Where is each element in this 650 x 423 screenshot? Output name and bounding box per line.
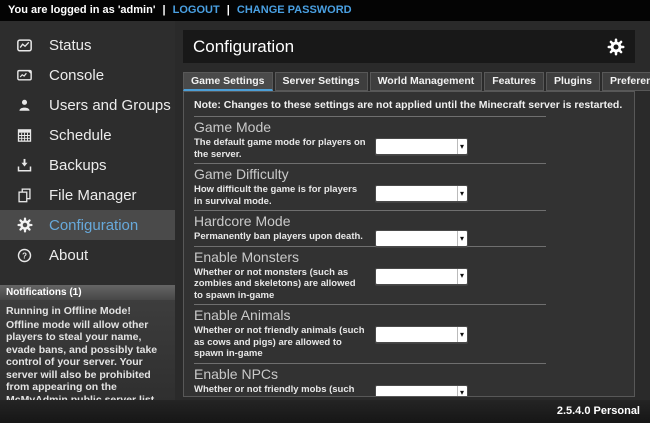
- setting-description: Permanently ban players upon death.: [194, 231, 366, 243]
- dropdown-arrow-icon: ▾: [457, 139, 467, 154]
- dropdown-arrow-icon: ▾: [457, 386, 467, 398]
- dropdown-arrow-icon: ▾: [457, 269, 467, 284]
- dropdown-arrow-icon: ▾: [457, 327, 467, 342]
- separator: |: [163, 4, 166, 16]
- setting-description: Whether or not monsters (such as zombies…: [194, 267, 366, 302]
- setting-title: Enable Monsters: [194, 249, 624, 265]
- console-icon: [15, 67, 34, 84]
- sidebar-item-label: About: [49, 247, 88, 264]
- setting-description: How difficult the game is for players in…: [194, 184, 366, 207]
- change-password-link[interactable]: CHANGE PASSWORD: [237, 4, 352, 16]
- setting-title: Hardcore Mode: [194, 213, 624, 229]
- svg-text:?: ?: [22, 251, 27, 260]
- enable-npcs-select[interactable]: ▾: [375, 385, 468, 398]
- setting-description: Whether or not friendly animals (such as…: [194, 325, 366, 360]
- setting-description: The default game mode for players on the…: [194, 137, 366, 160]
- sidebar-item-label: Status: [49, 37, 92, 54]
- setting-title: Enable Animals: [194, 307, 624, 323]
- logout-link[interactable]: LOGOUT: [173, 4, 220, 16]
- dropdown-arrow-icon: ▾: [457, 231, 467, 246]
- sidebar: Status Console Users and Groups Schedule: [0, 21, 175, 400]
- sidebar-item-file-manager[interactable]: File Manager: [0, 180, 175, 210]
- setting-row-game-difficulty: Game Difficulty How difficult the game i…: [194, 164, 624, 210]
- restart-note: Note: Changes to these settings are not …: [194, 96, 624, 116]
- tab-game-settings[interactable]: Game Settings: [183, 72, 273, 91]
- gear-icon: [607, 38, 625, 56]
- settings-panel: Note: Changes to these settings are not …: [183, 91, 635, 397]
- sidebar-item-label: Console: [49, 67, 104, 84]
- game-mode-select[interactable]: ▾: [375, 138, 468, 155]
- sidebar-item-users-and-groups[interactable]: Users and Groups: [0, 90, 175, 120]
- top-bar: You are logged in as 'admin' | LOGOUT | …: [0, 0, 650, 21]
- tab-plugins[interactable]: Plugins: [546, 72, 600, 91]
- sidebar-item-configuration[interactable]: Configuration: [0, 210, 175, 240]
- download-tray-icon: [15, 157, 34, 174]
- dropdown-arrow-icon: ▾: [457, 186, 467, 201]
- game-difficulty-select[interactable]: ▾: [375, 185, 468, 202]
- gear-icon: [15, 217, 34, 234]
- sidebar-item-label: Backups: [49, 157, 107, 174]
- tab-bar: Game Settings Server Settings World Mana…: [183, 72, 650, 91]
- sidebar-item-console[interactable]: Console: [0, 60, 175, 90]
- calendar-grid-icon: [15, 127, 34, 144]
- enable-animals-select[interactable]: ▾: [375, 326, 468, 343]
- setting-row-enable-monsters: Enable Monsters Whether or not monsters …: [194, 247, 624, 305]
- documents-icon: [15, 187, 34, 204]
- main-area: Configuration Game Settings Server Setti…: [175, 21, 650, 400]
- hardcore-mode-select[interactable]: ▾: [375, 230, 468, 247]
- tab-world-management[interactable]: World Management: [370, 72, 483, 91]
- version-label: 2.5.4.0 Personal: [557, 405, 640, 417]
- setting-description: Whether or not friendly mobs (such as vi…: [194, 384, 366, 398]
- setting-row-game-mode: Game Mode The default game mode for play…: [194, 117, 624, 163]
- notifications-panel: Running in Offline Mode! Offline mode wi…: [0, 300, 175, 400]
- setting-row-enable-npcs: Enable NPCs Whether or not friendly mobs…: [194, 364, 624, 398]
- setting-row-hardcore-mode: Hardcore Mode Permanently ban players up…: [194, 211, 624, 246]
- notification-title: Running in Offline Mode!: [6, 305, 169, 318]
- status-chart-icon: [15, 37, 34, 54]
- sidebar-item-label: Configuration: [49, 217, 138, 234]
- logged-in-text: You are logged in as 'admin': [8, 4, 155, 16]
- sidebar-item-label: File Manager: [49, 187, 137, 204]
- notifications-header: Notifications (1): [0, 285, 175, 300]
- footer: 2.5.4.0 Personal: [0, 400, 650, 423]
- tab-features[interactable]: Features: [484, 72, 544, 91]
- enable-monsters-select[interactable]: ▾: [375, 268, 468, 285]
- sidebar-menu: Status Console Users and Groups Schedule: [0, 30, 175, 270]
- user-icon: [15, 97, 34, 114]
- separator: |: [227, 4, 230, 16]
- setting-row-enable-animals: Enable Animals Whether or not friendly a…: [194, 305, 624, 363]
- sidebar-item-backups[interactable]: Backups: [0, 150, 175, 180]
- sidebar-item-label: Users and Groups: [49, 97, 171, 114]
- question-circle-icon: ?: [15, 247, 34, 264]
- page-title: Configuration: [193, 37, 607, 57]
- setting-title: Game Mode: [194, 119, 624, 135]
- sidebar-item-about[interactable]: ? About: [0, 240, 175, 270]
- page-header: Configuration: [183, 30, 635, 63]
- tab-server-settings[interactable]: Server Settings: [275, 72, 368, 91]
- sidebar-item-status[interactable]: Status: [0, 30, 175, 60]
- sidebar-item-schedule[interactable]: Schedule: [0, 120, 175, 150]
- tab-preferences[interactable]: Preferences: [602, 72, 650, 91]
- sidebar-item-label: Schedule: [49, 127, 112, 144]
- setting-title: Game Difficulty: [194, 166, 624, 182]
- setting-title: Enable NPCs: [194, 366, 624, 382]
